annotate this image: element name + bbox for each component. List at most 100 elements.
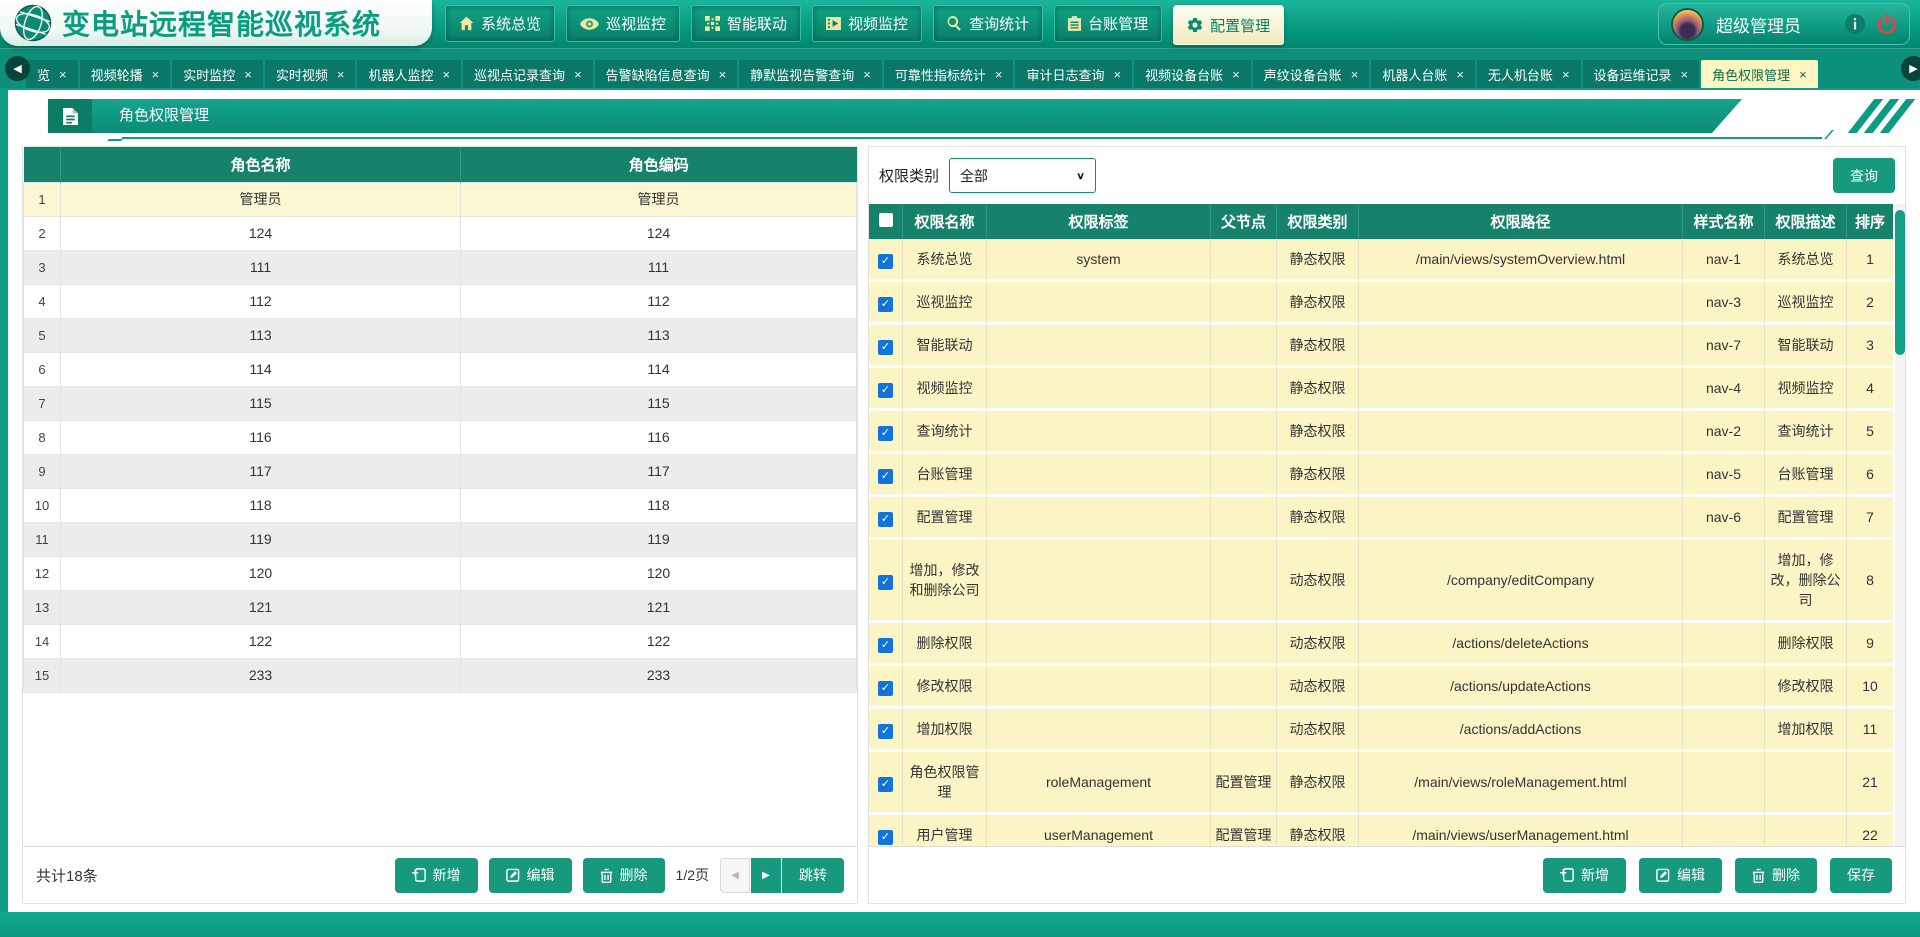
edit-button[interactable]: 编辑 bbox=[489, 858, 572, 893]
role-row[interactable]: 9117117 bbox=[24, 454, 857, 488]
permission-row[interactable]: ✓巡视监控静态权限nav-3巡视监控2 bbox=[869, 282, 1893, 325]
tab-scroll-right-button[interactable]: ▶ bbox=[1901, 56, 1920, 81]
role-row[interactable]: 15233233 bbox=[24, 658, 857, 692]
add-button[interactable]: 新增 bbox=[1543, 858, 1626, 893]
tab-item[interactable]: 可靠性指标统计× bbox=[884, 60, 1014, 88]
permission-row[interactable]: ✓查询统计静态权限nav-2查询统计5 bbox=[869, 411, 1893, 454]
role-row[interactable]: 6114114 bbox=[24, 352, 857, 386]
logout-power-icon[interactable] bbox=[1877, 14, 1897, 34]
close-icon[interactable]: × bbox=[59, 68, 67, 81]
tab-item[interactable]: 声纹设备台账× bbox=[1253, 60, 1370, 88]
tab-item[interactable]: 视频设备台账× bbox=[1134, 60, 1251, 88]
close-icon[interactable]: × bbox=[1799, 68, 1807, 81]
scrollbar-thumb[interactable] bbox=[1895, 210, 1905, 355]
nav-config-management[interactable]: 配置管理 bbox=[1173, 5, 1284, 45]
row-checkbox[interactable]: ✓ bbox=[878, 426, 893, 441]
role-row[interactable]: 10118118 bbox=[24, 488, 857, 522]
permission-type-select[interactable]: 全部 ∨ bbox=[949, 158, 1096, 193]
save-button[interactable]: 保存 bbox=[1830, 858, 1892, 893]
tab-item[interactable]: 机器人台账× bbox=[1371, 60, 1475, 88]
close-icon[interactable]: × bbox=[244, 68, 252, 81]
role-row[interactable]: 1管理员管理员 bbox=[24, 182, 857, 216]
tab-item[interactable]: 巡视点记录查询× bbox=[463, 60, 593, 88]
permission-row[interactable]: ✓台账管理静态权限nav-5台账管理6 bbox=[869, 454, 1893, 497]
nav-inspection-monitor[interactable]: 巡视监控 bbox=[566, 5, 680, 42]
close-icon[interactable]: × bbox=[995, 68, 1003, 81]
close-icon[interactable]: × bbox=[1562, 68, 1570, 81]
close-icon[interactable]: × bbox=[442, 68, 450, 81]
row-checkbox[interactable]: ✓ bbox=[878, 297, 893, 312]
select-all-checkbox[interactable] bbox=[879, 213, 893, 227]
role-row[interactable]: 3111111 bbox=[24, 250, 857, 284]
row-checkbox[interactable]: ✓ bbox=[878, 512, 893, 527]
permission-row[interactable]: ✓修改权限动态权限/actions/updateActions修改权限10 bbox=[869, 666, 1893, 709]
user-avatar[interactable] bbox=[1671, 8, 1704, 41]
tab-item[interactable]: 览× bbox=[26, 60, 78, 88]
role-row[interactable]: 11119119 bbox=[24, 522, 857, 556]
row-checkbox[interactable]: ✓ bbox=[878, 254, 893, 269]
row-checkbox[interactable]: ✓ bbox=[878, 469, 893, 484]
close-icon[interactable]: × bbox=[719, 68, 727, 81]
row-checkbox[interactable]: ✓ bbox=[878, 830, 893, 845]
permission-row[interactable]: ✓增加，修改和删除公司动态权限/company/editCompany增加，修改… bbox=[869, 540, 1893, 623]
close-icon[interactable]: × bbox=[1456, 68, 1464, 81]
row-checkbox[interactable]: ✓ bbox=[878, 340, 893, 355]
role-row[interactable]: 8116116 bbox=[24, 420, 857, 454]
tab-item[interactable]: 审计日志查询× bbox=[1015, 60, 1132, 88]
nav-video-monitor[interactable]: 视频监控 bbox=[812, 5, 922, 42]
tab-scroll-left-button[interactable]: ◀ bbox=[5, 56, 30, 81]
close-icon[interactable]: × bbox=[863, 68, 871, 81]
nav-smart-linkage[interactable]: 智能联动 bbox=[691, 5, 801, 42]
close-icon[interactable]: × bbox=[1681, 68, 1689, 81]
row-checkbox[interactable]: ✓ bbox=[878, 383, 893, 398]
add-button[interactable]: 新增 bbox=[395, 858, 478, 893]
permission-row[interactable]: ✓删除权限动态权限/actions/deleteActions删除权限9 bbox=[869, 623, 1893, 666]
permission-row[interactable]: ✓增加权限动态权限/actions/addActions增加权限11 bbox=[869, 709, 1893, 752]
tab-item[interactable]: 角色权限管理× bbox=[1701, 60, 1818, 88]
row-checkbox[interactable]: ✓ bbox=[878, 681, 893, 696]
tab-item[interactable]: 告警缺陷信息查询× bbox=[595, 60, 738, 88]
tab-item[interactable]: 静默监视告警查询× bbox=[739, 60, 882, 88]
role-row[interactable]: 14122122 bbox=[24, 624, 857, 658]
delete-button[interactable]: 删除 bbox=[1735, 858, 1817, 893]
role-row[interactable]: 13121121 bbox=[24, 590, 857, 624]
nav-ledger-management[interactable]: 台账管理 bbox=[1054, 5, 1162, 42]
prev-page-button[interactable]: ◀ bbox=[720, 858, 750, 893]
tab-item[interactable]: 设备运维记录× bbox=[1583, 60, 1700, 88]
query-button[interactable]: 查询 bbox=[1833, 158, 1895, 193]
nav-query-statistics[interactable]: 查询统计 bbox=[933, 5, 1043, 42]
row-checkbox[interactable]: ✓ bbox=[878, 638, 893, 653]
row-checkbox[interactable]: ✓ bbox=[878, 777, 893, 792]
close-icon[interactable]: × bbox=[1232, 68, 1240, 81]
permission-row[interactable]: ✓角色权限管理roleManagement配置管理静态权限/main/views… bbox=[869, 752, 1893, 815]
info-icon[interactable] bbox=[1845, 14, 1865, 34]
role-row[interactable]: 7115115 bbox=[24, 386, 857, 420]
close-icon[interactable]: × bbox=[1351, 68, 1359, 81]
tab-item[interactable]: 实时视频× bbox=[265, 60, 356, 88]
permission-row[interactable]: ✓用户管理userManagement配置管理静态权限/main/views/u… bbox=[869, 815, 1893, 846]
permission-row[interactable]: ✓系统总览system静态权限/main/views/systemOvervie… bbox=[869, 239, 1893, 282]
permission-row[interactable]: ✓配置管理静态权限nav-6配置管理7 bbox=[869, 497, 1893, 540]
edit-button[interactable]: 编辑 bbox=[1639, 858, 1722, 893]
checkbox-cell: ✓ bbox=[869, 497, 903, 540]
tab-item[interactable]: 实时监控× bbox=[172, 60, 263, 88]
role-row[interactable]: 12120120 bbox=[24, 556, 857, 590]
permission-row[interactable]: ✓视频监控静态权限nav-4视频监控4 bbox=[869, 368, 1893, 411]
delete-button[interactable]: 删除 bbox=[583, 858, 665, 893]
close-icon[interactable]: × bbox=[1114, 68, 1122, 81]
tab-item[interactable]: 无人机台账× bbox=[1477, 60, 1581, 88]
close-icon[interactable]: × bbox=[337, 68, 345, 81]
close-icon[interactable]: × bbox=[574, 68, 582, 81]
row-checkbox[interactable]: ✓ bbox=[878, 724, 893, 739]
role-row[interactable]: 4112112 bbox=[24, 284, 857, 318]
tab-item[interactable]: 视频轮播× bbox=[80, 60, 171, 88]
role-row[interactable]: 2124124 bbox=[24, 216, 857, 250]
nav-system-overview[interactable]: 系统总览 bbox=[445, 5, 555, 42]
close-icon[interactable]: × bbox=[152, 68, 160, 81]
next-page-button[interactable]: ▶ bbox=[751, 858, 781, 893]
role-row[interactable]: 5113113 bbox=[24, 318, 857, 352]
permission-row[interactable]: ✓智能联动静态权限nav-7智能联动3 bbox=[869, 325, 1893, 368]
row-checkbox[interactable]: ✓ bbox=[878, 575, 893, 590]
jump-page-button[interactable]: 跳转 bbox=[782, 858, 844, 893]
tab-item[interactable]: 机器人监控× bbox=[357, 60, 461, 88]
